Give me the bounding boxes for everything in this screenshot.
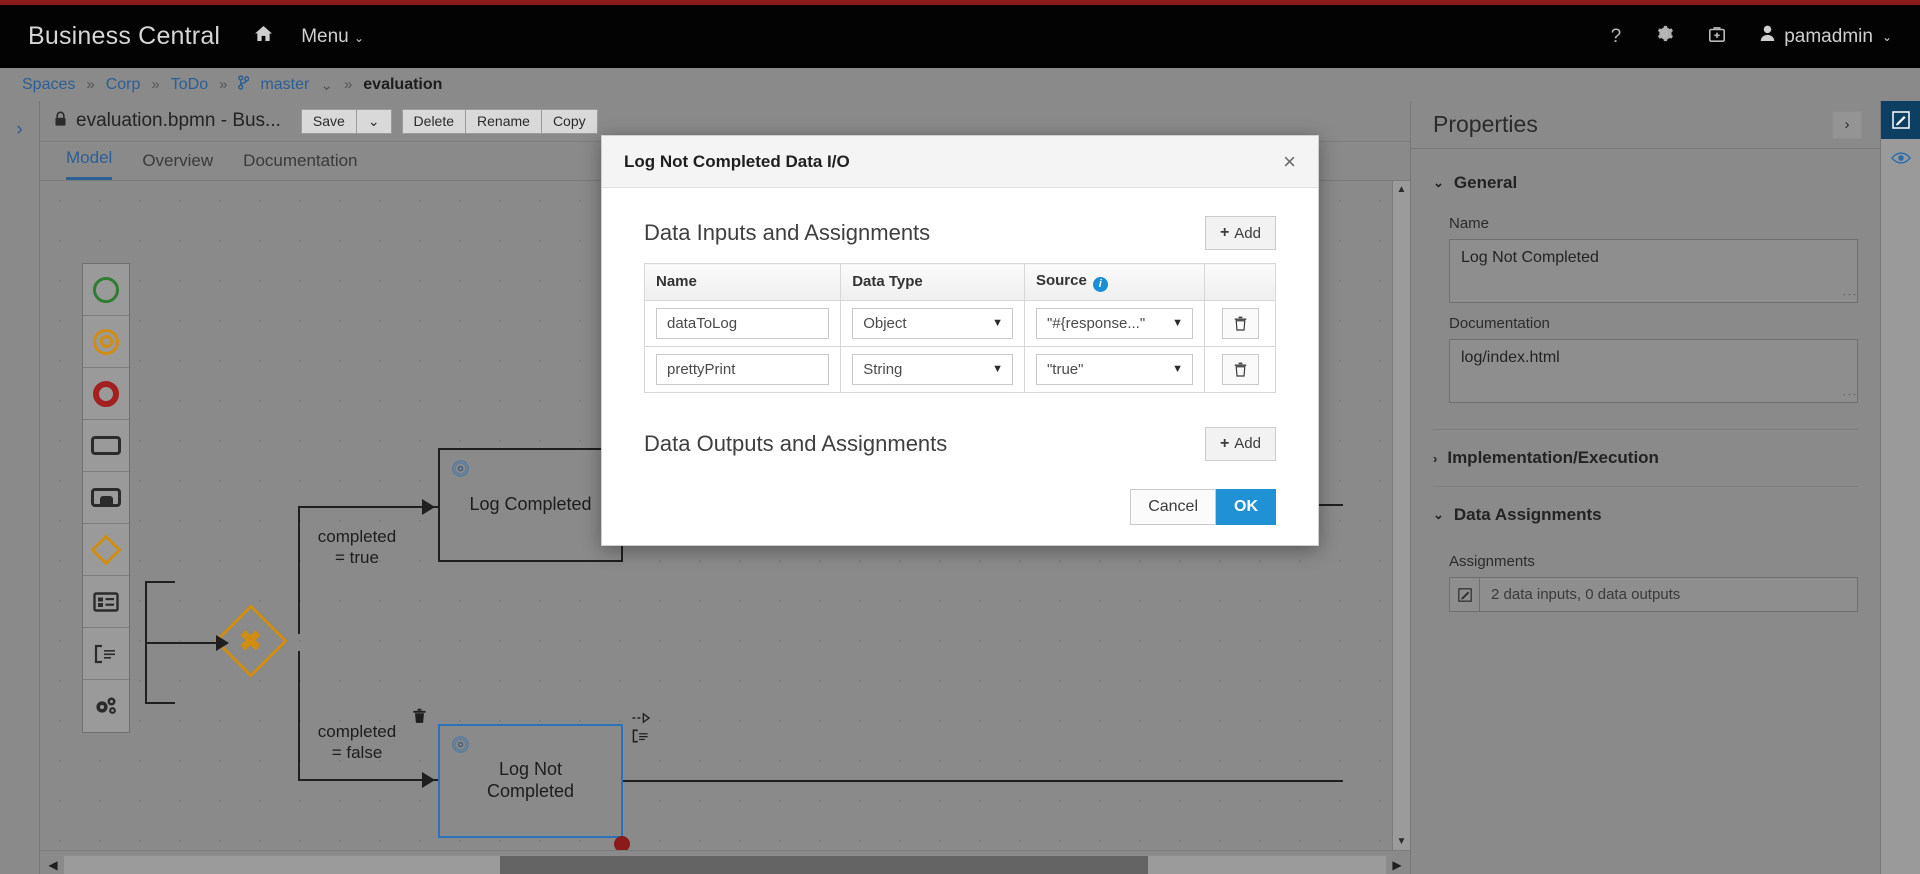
menu-label: Menu: [301, 25, 349, 47]
ok-button[interactable]: OK: [1216, 488, 1276, 525]
add-data-input-button[interactable]: + Add: [1204, 216, 1276, 250]
avatar-icon: [1760, 25, 1775, 48]
breadcrumb-separator: »: [86, 76, 95, 93]
data-io-modal: Log Not Completed Data I/O × Data Inputs…: [601, 135, 1319, 546]
data-inputs-table: Name Data Type Source i dataToLog Object…: [643, 263, 1276, 393]
chevron-down-icon: ⌄: [1881, 29, 1892, 44]
column-header-name: Name: [643, 263, 842, 301]
table-header-row: Name Data Type Source i: [643, 263, 1276, 301]
user-name-label: pamadmin: [1784, 25, 1873, 47]
main-region: › evaluation.bpmn - Bus... Save ⌄ Delete…: [0, 101, 1920, 874]
breadcrumb-separator: »: [219, 76, 228, 93]
modal-header: Log Not Completed Data I/O ×: [602, 136, 1318, 188]
cell-data-type: Object ▼: [840, 299, 1025, 347]
table-row: prettyPrint String ▼ "true" ▼: [643, 345, 1276, 393]
cancel-button[interactable]: Cancel: [1130, 488, 1216, 525]
data-inputs-title: Data Inputs and Assignments: [644, 220, 931, 245]
first-aid-kit-icon[interactable]: [1708, 25, 1726, 49]
data-type-value: String: [863, 360, 903, 378]
breadcrumb-item-corp[interactable]: Corp: [106, 76, 141, 94]
source-value: "true": [1046, 360, 1084, 378]
menu-button[interactable]: Menu ⌄: [301, 26, 364, 48]
cell-name: prettyPrint: [643, 345, 842, 393]
modal-footer: Cancel OK: [602, 471, 1318, 545]
chevron-down-icon[interactable]: ⌄: [320, 76, 333, 94]
cell-actions: [1204, 299, 1276, 347]
chevron-down-icon: ▼: [992, 317, 1003, 329]
add-label: Add: [1234, 224, 1261, 242]
info-icon[interactable]: i: [1092, 276, 1108, 292]
cell-name: dataToLog: [643, 299, 842, 347]
app-brand[interactable]: Business Central: [28, 22, 220, 51]
plus-icon: +: [1219, 224, 1230, 241]
modal-body: Data Inputs and Assignments + Add Name D…: [602, 188, 1318, 471]
column-header-source: Source i: [1023, 263, 1206, 301]
breadcrumb: Spaces » Corp » ToDo » master ⌄ » evalua…: [0, 68, 1920, 101]
data-type-value: Object: [863, 314, 907, 332]
plus-icon: +: [1219, 434, 1230, 452]
breadcrumb-item-evaluation: evaluation: [363, 75, 443, 93]
breadcrumb-item-todo[interactable]: ToDo: [171, 76, 208, 94]
close-icon[interactable]: ×: [1283, 150, 1296, 173]
branch-icon: [238, 74, 250, 95]
table-row: dataToLog Object ▼ "#{response..." ▼: [643, 299, 1276, 347]
masthead: Business Central Menu ⌄ ? pamadmin ⌄: [0, 5, 1920, 68]
user-menu[interactable]: pamadmin ⌄: [1760, 25, 1892, 48]
home-icon[interactable]: [254, 25, 273, 48]
source-value: "#{response...": [1046, 314, 1146, 332]
chevron-down-icon: ▼: [1172, 363, 1184, 375]
add-data-output-button[interactable]: + Add: [1204, 426, 1276, 461]
chevron-down-icon: ▼: [1172, 317, 1184, 329]
breadcrumb-item-spaces[interactable]: Spaces: [22, 76, 75, 94]
chevron-down-icon: ⌄: [354, 30, 365, 45]
cell-actions: [1204, 345, 1276, 393]
data-type-select[interactable]: Object ▼: [852, 307, 1013, 339]
breadcrumb-item-master[interactable]: master: [260, 76, 309, 94]
input-name-field[interactable]: dataToLog: [656, 307, 830, 339]
chevron-down-icon: ▼: [992, 363, 1003, 375]
data-inputs-section-header: Data Inputs and Assignments + Add: [644, 216, 1276, 250]
cell-source: "true" ▼: [1023, 345, 1206, 393]
column-header-data-type: Data Type: [840, 263, 1025, 301]
delete-row-button[interactable]: [1221, 307, 1259, 339]
cell-data-type: String ▼: [840, 345, 1025, 393]
add-label: Add: [1234, 435, 1261, 452]
delete-row-button[interactable]: [1221, 353, 1259, 385]
data-inputs-body: dataToLog Object ▼ "#{response..." ▼ pre…: [643, 299, 1276, 393]
cell-source: "#{response..." ▼: [1023, 299, 1206, 347]
source-select[interactable]: "#{response..." ▼: [1035, 307, 1194, 339]
modal-title: Log Not Completed Data I/O: [624, 151, 850, 171]
input-name-field[interactable]: prettyPrint: [656, 353, 830, 385]
help-icon[interactable]: ?: [1611, 26, 1622, 48]
data-type-select[interactable]: String ▼: [852, 353, 1013, 385]
source-select[interactable]: "true" ▼: [1035, 353, 1194, 385]
gear-icon[interactable]: [1655, 24, 1674, 49]
data-outputs-section-header: Data Outputs and Assignments + Add: [644, 426, 1276, 461]
column-header-actions: [1204, 263, 1276, 301]
breadcrumb-separator: »: [151, 76, 160, 93]
column-header-source-label: Source: [1035, 272, 1087, 289]
data-outputs-title: Data Outputs and Assignments: [644, 430, 948, 456]
breadcrumb-separator: »: [343, 76, 353, 93]
